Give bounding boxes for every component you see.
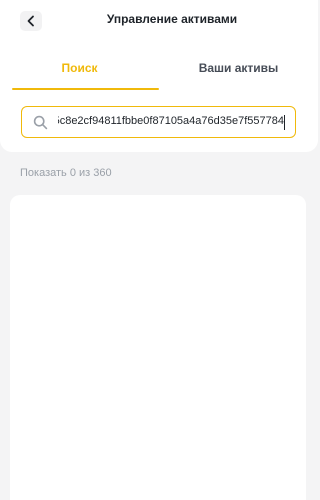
- text-caret: [284, 115, 285, 130]
- top-card: Управление активами Поиск Ваши активы d4…: [0, 0, 318, 152]
- search-input[interactable]: d4f1a05c8e2cf94811fbbe0f87105a4a76d35e7f…: [21, 106, 296, 138]
- results-list: [10, 195, 306, 500]
- page-title: Управление активами: [106, 12, 238, 26]
- tab-search[interactable]: Поиск: [0, 58, 159, 92]
- tab-search-label: Поиск: [61, 61, 98, 75]
- search-icon: [33, 115, 48, 130]
- header: Управление активами: [0, 0, 318, 44]
- tab-bar: Поиск Ваши активы: [0, 58, 318, 92]
- tab-your-assets[interactable]: Ваши активы: [159, 58, 318, 92]
- tab-your-assets-label: Ваши активы: [198, 61, 279, 75]
- search-input-value: d4f1a05c8e2cf94811fbbe0f87105a4a76d35e7f…: [58, 115, 284, 127]
- active-tab-indicator: [12, 88, 159, 90]
- results-count: Показать 0 из 360: [20, 167, 112, 179]
